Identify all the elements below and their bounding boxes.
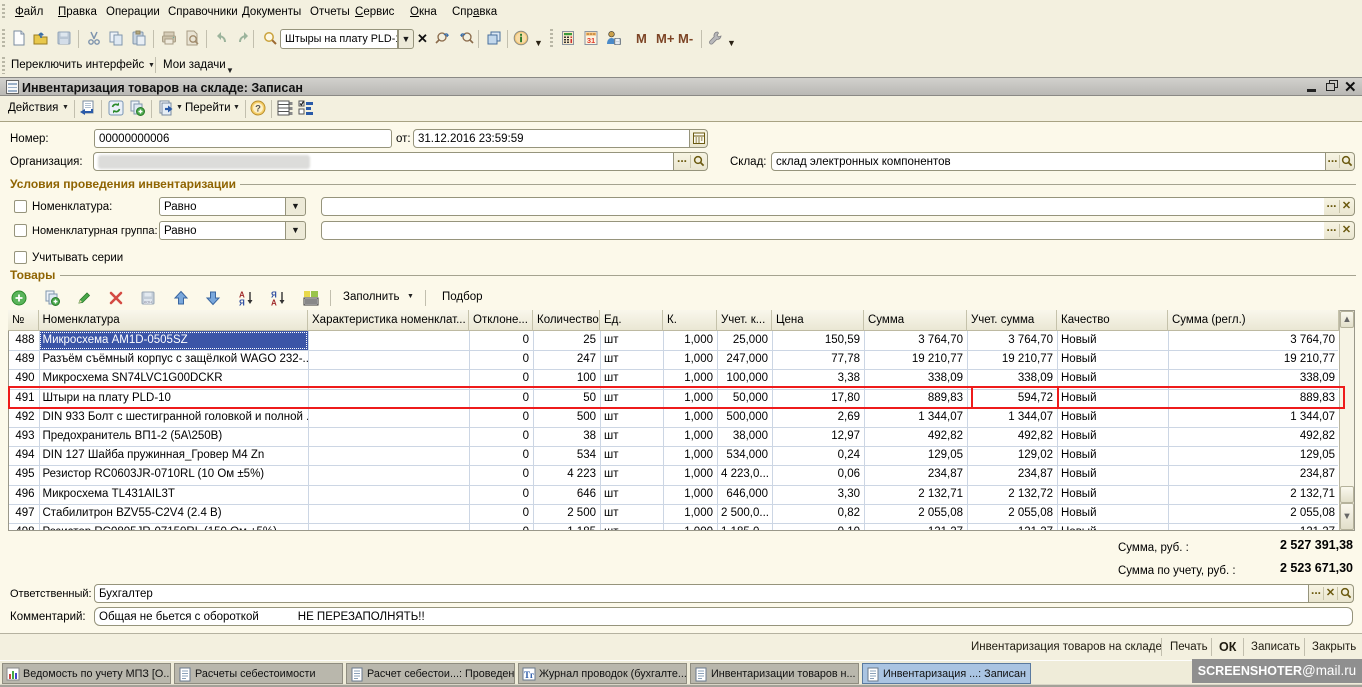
svg-text:А: А: [271, 299, 277, 307]
svg-text:Тг: Тг: [524, 670, 534, 680]
svg-text:?: ?: [255, 104, 261, 115]
svg-text:31: 31: [587, 36, 595, 45]
svg-text:КОН: КОН: [144, 300, 152, 305]
svg-text:Я: Я: [239, 299, 245, 307]
